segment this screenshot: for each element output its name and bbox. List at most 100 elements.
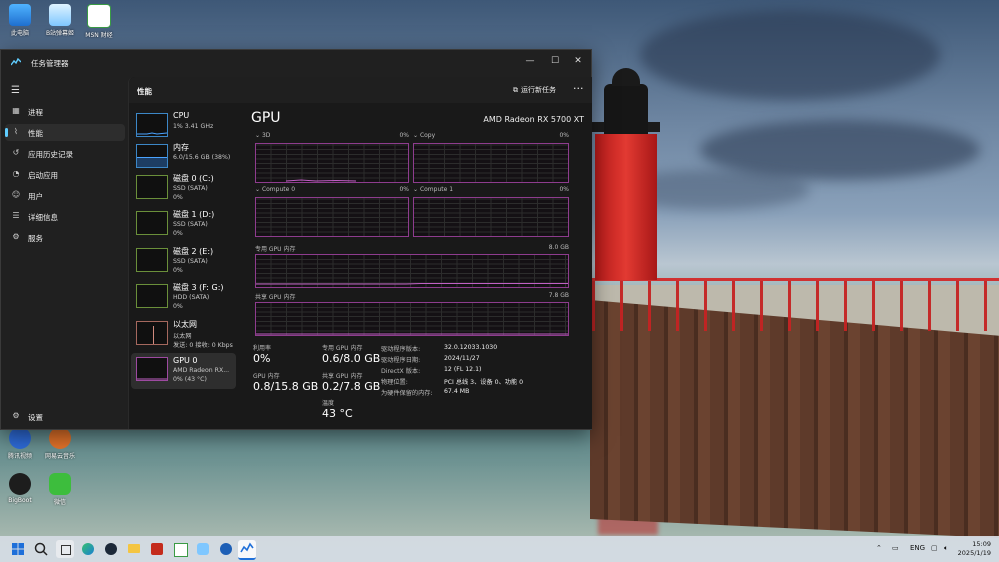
nav-item-services[interactable]: ⚙ 服务 bbox=[5, 229, 125, 246]
monitor-icon bbox=[9, 4, 31, 26]
device-item-gpu0[interactable]: GPU 0 AMD Radeon RX... 0% (43 °C) bbox=[131, 353, 236, 389]
window-title: 任务管理器 bbox=[31, 59, 69, 68]
maximize-button[interactable]: ☐ bbox=[546, 54, 564, 68]
shared-gpu-memory-value: 0.2/7.8 GB bbox=[322, 380, 381, 393]
performance-icon: ⌇ bbox=[14, 127, 18, 136]
nav-item-app-history[interactable]: ↺ 应用历史记录 bbox=[5, 145, 125, 162]
desktop-icon-bigboot[interactable]: BigBoot bbox=[0, 473, 40, 504]
details-icon: ☰ bbox=[12, 211, 20, 220]
taskbar: ⌃ ▭ ENG ▢ 🔈︎ 15:09 2025/1/19 bbox=[0, 536, 999, 562]
taskbar-file-explorer[interactable] bbox=[125, 540, 143, 558]
page-title: 性能 bbox=[137, 87, 152, 96]
title-bar[interactable]: 任务管理器 — ☐ ✕ bbox=[1, 50, 591, 77]
desktop-icon-danmaku[interactable]: B站弹幕姬 bbox=[40, 4, 80, 37]
music-icon bbox=[49, 427, 71, 449]
finance-chart-icon bbox=[87, 4, 111, 28]
search-button[interactable] bbox=[32, 540, 50, 558]
desktop-icon-wechat[interactable]: 微信 bbox=[40, 473, 80, 506]
task-view-button[interactable] bbox=[56, 540, 74, 558]
desktop-icon-netease-music[interactable]: 网易云音乐 bbox=[40, 427, 80, 460]
speaker-icon[interactable]: 🔈︎ bbox=[944, 544, 948, 553]
nav-item-performance[interactable]: ⌇ 性能 bbox=[5, 124, 125, 141]
more-options-button[interactable]: ··· bbox=[573, 82, 584, 95]
reserved-memory-value: 67.4 MB bbox=[444, 388, 470, 395]
engine-compute0-selector[interactable]: ⌄ Compute 0 bbox=[255, 186, 295, 193]
steam-icon bbox=[105, 543, 117, 555]
engine-compute1-selector[interactable]: ⌄ Compute 1 bbox=[413, 186, 453, 193]
taskbar-danmaku[interactable] bbox=[194, 540, 212, 558]
nav-item-users[interactable]: ☺ 用户 bbox=[5, 187, 125, 204]
chevron-up-icon[interactable]: ⌃ bbox=[876, 544, 882, 552]
device-item-disk3[interactable]: 磁盘 3 (F: G:) HDD (SATA) 0% bbox=[131, 281, 236, 314]
chevron-down-icon: ⌄ bbox=[413, 132, 420, 139]
device-item-disk2[interactable]: 磁盘 2 (E:) SSD (SATA) 0% bbox=[131, 245, 236, 278]
device-item-cpu[interactable]: CPU 1% 3.41 GHz bbox=[131, 110, 236, 143]
dedicated-memory-label: 专用 GPU 内存 bbox=[255, 246, 296, 253]
close-button[interactable]: ✕ bbox=[569, 54, 587, 68]
gear-icon: ⚙ bbox=[12, 411, 20, 420]
display-icon[interactable]: ▢ bbox=[931, 544, 938, 552]
clock-date: 2025/1/19 bbox=[957, 549, 991, 557]
nav-item-processes[interactable]: ▦ 进程 bbox=[5, 103, 125, 120]
shared-memory-max: 7.8 GB bbox=[548, 292, 569, 299]
reserved-memory-label: 为硬件保留的内存: bbox=[381, 390, 433, 397]
taskbar-bigboot[interactable] bbox=[217, 540, 235, 558]
dedicated-memory-graph bbox=[255, 254, 569, 288]
dedicated-memory-max: 8.0 GB bbox=[548, 244, 569, 251]
run-task-icon: ⧉ bbox=[513, 86, 518, 94]
memory-thumbnail-graph bbox=[136, 144, 168, 168]
engine-copy-selector[interactable]: ⌄ Copy bbox=[413, 132, 435, 139]
dedicated-gpu-memory-label: 专用 GPU 内存 bbox=[322, 345, 363, 352]
shared-gpu-memory-label: 共享 GPU 内存 bbox=[322, 373, 363, 380]
gpu-memory-label: GPU 内存 bbox=[253, 373, 280, 380]
engine-compute1-graph bbox=[413, 197, 569, 237]
taskbar-edge[interactable] bbox=[79, 540, 97, 558]
directx-version-label: DirectX 版本: bbox=[381, 368, 421, 375]
desktop-icon-tencent-video[interactable]: 腾讯视频 bbox=[0, 427, 40, 460]
device-item-disk0[interactable]: 磁盘 0 (C:) SSD (SATA) 0% bbox=[131, 172, 236, 205]
run-new-task-button[interactable]: ⧉ 运行新任务 bbox=[513, 85, 556, 95]
engine-3d-graph bbox=[255, 143, 409, 183]
chevron-down-icon: ⌄ bbox=[255, 132, 262, 139]
history-icon: ↺ bbox=[12, 148, 20, 157]
start-button[interactable] bbox=[9, 540, 27, 558]
disk0-thumbnail-graph bbox=[136, 175, 168, 199]
task-manager-icon bbox=[240, 542, 254, 553]
bilibili-icon bbox=[197, 543, 209, 555]
engine-3d-selector[interactable]: ⌄ 3D bbox=[255, 132, 270, 139]
disk2-thumbnail-graph bbox=[136, 248, 168, 272]
taskbar-task-manager[interactable] bbox=[238, 540, 256, 560]
nav-item-startup[interactable]: ◔ 启动应用 bbox=[5, 166, 125, 183]
desktop-icon-this-pc[interactable]: 此电脑 bbox=[0, 4, 40, 37]
device-item-ethernet[interactable]: 以太网 以太网 发送: 0 接收: 0 Kbps bbox=[131, 318, 236, 351]
taskbar-msn-finance[interactable] bbox=[171, 540, 189, 558]
users-icon: ☺ bbox=[11, 190, 21, 199]
device-item-memory[interactable]: 内存 6.0/15.6 GB (38%) bbox=[131, 141, 236, 174]
shared-memory-graph bbox=[255, 302, 569, 336]
temperature-value: 43 °C bbox=[322, 407, 353, 420]
nav-item-settings[interactable]: ⚙ 设置 bbox=[5, 408, 125, 425]
startup-icon: ◔ bbox=[12, 169, 20, 178]
minimize-button[interactable]: — bbox=[521, 54, 539, 68]
device-item-disk1[interactable]: 磁盘 1 (D:) SSD (SATA) 0% bbox=[131, 208, 236, 241]
temperature-label: 温度 bbox=[322, 400, 335, 407]
engine-copy-graph bbox=[413, 143, 569, 183]
bilibili-icon bbox=[49, 4, 71, 26]
chevron-down-icon: ⌄ bbox=[413, 186, 420, 193]
video-icon bbox=[9, 427, 31, 449]
desktop-icon-msn-finance[interactable]: MSN 财经 bbox=[79, 4, 119, 39]
task-manager-window: 任务管理器 — ☐ ✕ ☰ ▦ 进程 ⌇ 性能 ↺ 应用历史记录 ◔ 启动应用 … bbox=[0, 49, 592, 430]
language-indicator[interactable]: ENG bbox=[910, 544, 925, 552]
physical-location-value: PCI 总线 3、设备 0、功能 0 bbox=[444, 379, 524, 386]
performance-panel: 性能 ⧉ 运行新任务 ··· CPU 1% 3.41 GHz 内存 6.0/15.… bbox=[128, 77, 592, 429]
clock[interactable]: 15:09 2025/1/19 bbox=[958, 540, 991, 558]
taskbar-steam[interactable] bbox=[102, 540, 120, 558]
menu-icon[interactable]: ☰ bbox=[11, 85, 20, 96]
nav-item-details[interactable]: ☰ 详细信息 bbox=[5, 208, 125, 225]
cpu-thumbnail-graph bbox=[136, 113, 168, 137]
disk1-thumbnail-graph bbox=[136, 211, 168, 235]
network-icon[interactable]: ▭ bbox=[892, 544, 899, 552]
engine-compute0-percent: 0% bbox=[399, 186, 409, 193]
driver-date-label: 驱动程序日期: bbox=[381, 357, 421, 364]
taskbar-app-store[interactable] bbox=[148, 540, 166, 558]
